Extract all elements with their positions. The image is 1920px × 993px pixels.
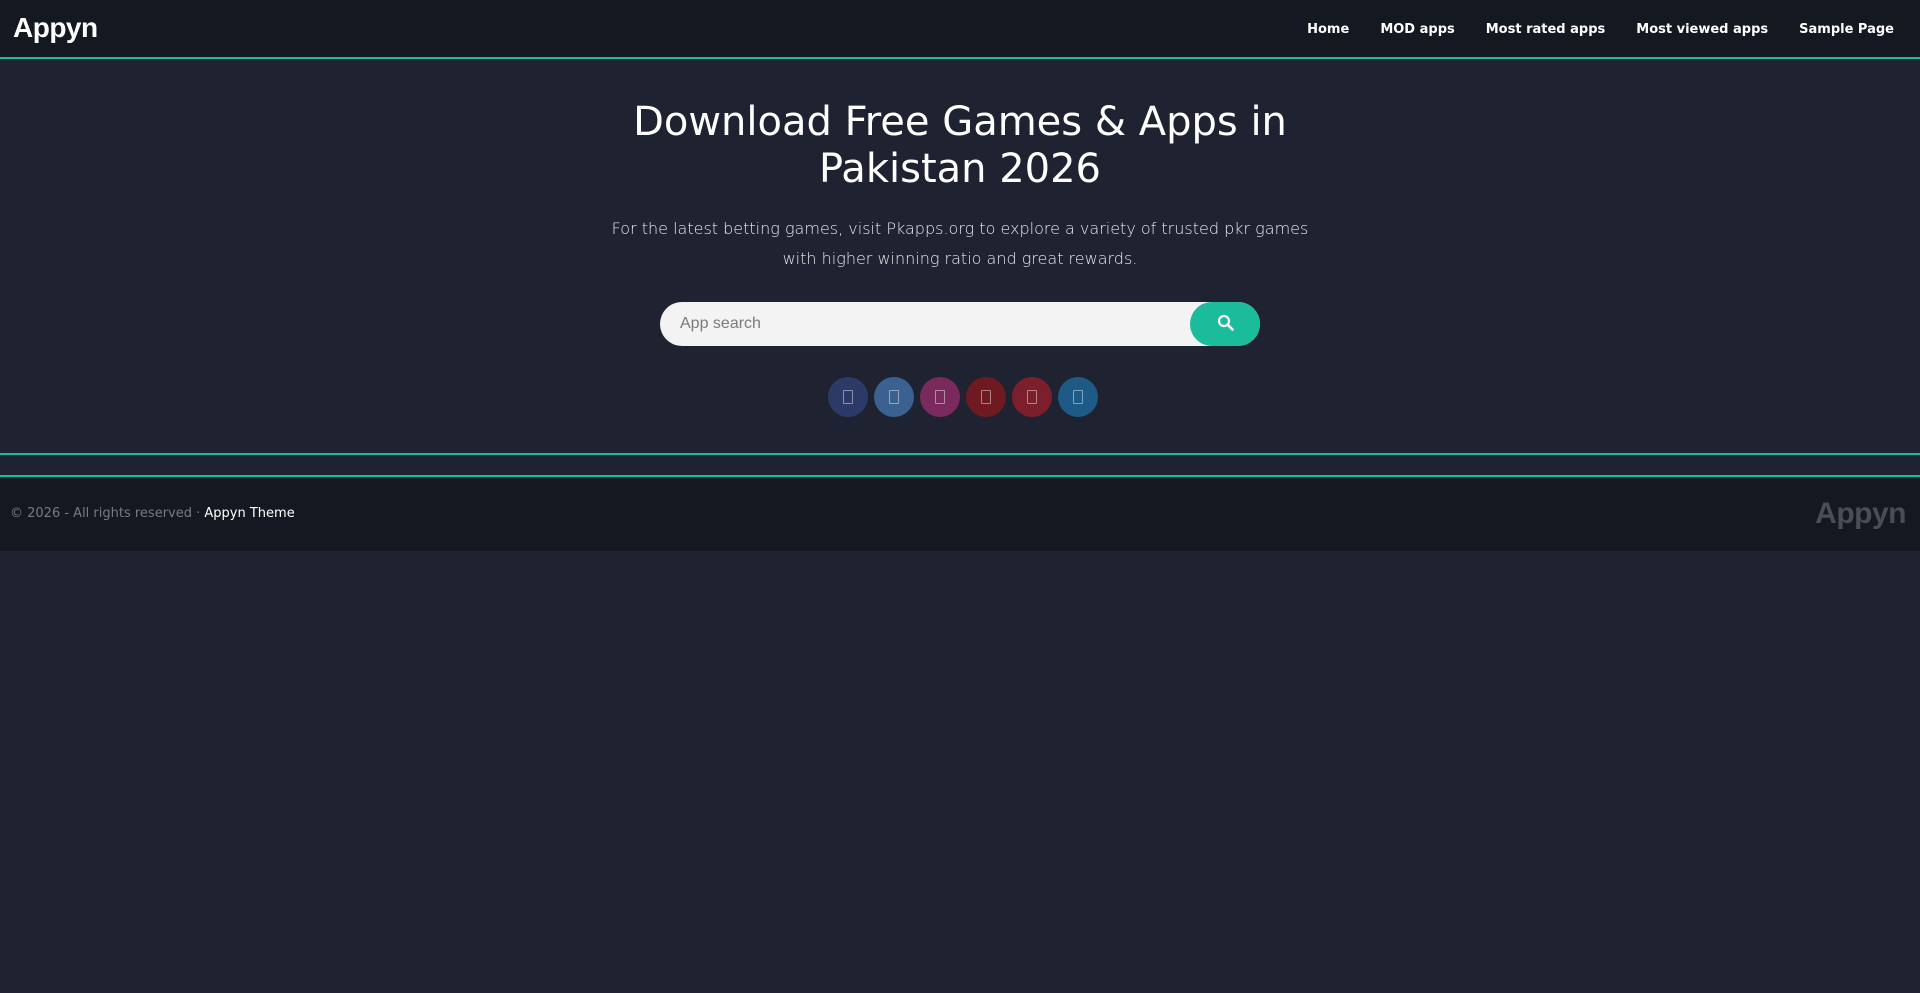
site-footer: © 2026 - All rights reserved · Appyn The… bbox=[0, 479, 1920, 551]
social-telegram-link[interactable] bbox=[1058, 377, 1098, 417]
section-divider bbox=[0, 457, 1920, 477]
copyright-text: © 2026 - All rights reserved · bbox=[10, 506, 205, 521]
social-twitter-link[interactable] bbox=[874, 377, 914, 417]
site-header: Appyn Home MOD apps Most rated apps Most… bbox=[0, 0, 1920, 59]
pinterest-icon bbox=[1027, 390, 1037, 404]
search-form bbox=[660, 302, 1260, 346]
page-title-line-2: Pakistan 2026 bbox=[818, 146, 1101, 192]
nav-mod-apps[interactable]: MOD apps bbox=[1380, 22, 1454, 37]
page-title-line-1: Download Free Games & Apps in bbox=[633, 99, 1287, 145]
page-subtitle: For the latest betting games, visit Pkap… bbox=[611, 219, 1309, 268]
facebook-icon bbox=[843, 390, 853, 404]
nav-most-rated-apps[interactable]: Most rated apps bbox=[1486, 22, 1606, 37]
twitter-icon bbox=[889, 390, 899, 404]
instagram-icon bbox=[935, 390, 945, 404]
nav-sample-page[interactable]: Sample Page bbox=[1799, 22, 1894, 37]
page-title: Download Free Games & Apps in Pakistan 2… bbox=[560, 99, 1360, 193]
footer-logo[interactable]: Appyn bbox=[1815, 497, 1906, 531]
footer-copyright: © 2026 - All rights reserved · Appyn The… bbox=[10, 506, 295, 521]
hero-section: Download Free Games & Apps in Pakistan 2… bbox=[0, 59, 1920, 455]
search-input[interactable] bbox=[660, 302, 1190, 346]
theme-link[interactable]: Appyn Theme bbox=[204, 506, 294, 521]
search-button[interactable] bbox=[1190, 302, 1260, 346]
social-instagram-link[interactable] bbox=[920, 377, 960, 417]
search-icon bbox=[1217, 314, 1234, 334]
telegram-icon bbox=[1073, 390, 1083, 404]
site-logo[interactable]: Appyn bbox=[13, 12, 98, 44]
main-nav: Home MOD apps Most rated apps Most viewe… bbox=[1276, 0, 1894, 59]
social-pinterest-link[interactable] bbox=[1012, 377, 1052, 417]
social-youtube-link[interactable] bbox=[966, 377, 1006, 417]
nav-most-viewed-apps[interactable]: Most viewed apps bbox=[1636, 22, 1768, 37]
social-links bbox=[828, 377, 1098, 417]
page-background bbox=[0, 551, 1920, 993]
social-facebook-link[interactable] bbox=[828, 377, 868, 417]
youtube-icon bbox=[981, 390, 991, 404]
nav-home[interactable]: Home bbox=[1307, 22, 1349, 37]
